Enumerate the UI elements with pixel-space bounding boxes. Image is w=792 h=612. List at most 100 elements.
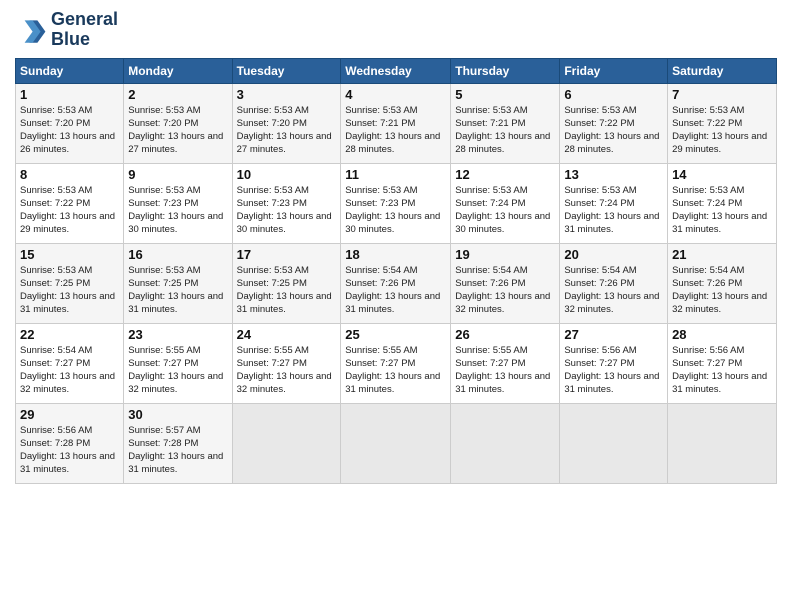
day-info: Sunrise: 5:53 AMSunset: 7:24 PMDaylight:… <box>672 184 772 237</box>
day-info: Sunrise: 5:55 AMSunset: 7:27 PMDaylight:… <box>128 344 227 397</box>
day-info: Sunrise: 5:53 AMSunset: 7:22 PMDaylight:… <box>564 104 663 157</box>
day-info: Sunrise: 5:53 AMSunset: 7:23 PMDaylight:… <box>128 184 227 237</box>
header-thursday: Thursday <box>451 58 560 83</box>
calendar-cell-r2-c2: 17 Sunrise: 5:53 AMSunset: 7:25 PMDaylig… <box>232 243 341 323</box>
calendar-cell-r2-c0: 15 Sunrise: 5:53 AMSunset: 7:25 PMDaylig… <box>16 243 124 323</box>
day-number: 4 <box>345 87 446 102</box>
day-number: 13 <box>564 167 663 182</box>
day-number: 3 <box>237 87 337 102</box>
calendar-cell-r4-c3 <box>341 403 451 483</box>
day-number: 30 <box>128 407 227 422</box>
calendar-cell-r1-c5: 13 Sunrise: 5:53 AMSunset: 7:24 PMDaylig… <box>560 163 668 243</box>
day-number: 15 <box>20 247 119 262</box>
calendar-row-3: 22 Sunrise: 5:54 AMSunset: 7:27 PMDaylig… <box>16 323 777 403</box>
calendar-cell-r4-c6 <box>668 403 777 483</box>
logo-text: General Blue <box>51 10 118 50</box>
calendar-row-1: 8 Sunrise: 5:53 AMSunset: 7:22 PMDayligh… <box>16 163 777 243</box>
calendar-cell-r2-c1: 16 Sunrise: 5:53 AMSunset: 7:25 PMDaylig… <box>124 243 232 323</box>
day-info: Sunrise: 5:54 AMSunset: 7:26 PMDaylight:… <box>345 264 446 317</box>
calendar-cell-r4-c2 <box>232 403 341 483</box>
header-tuesday: Tuesday <box>232 58 341 83</box>
day-info: Sunrise: 5:55 AMSunset: 7:27 PMDaylight:… <box>237 344 337 397</box>
calendar-cell-r3-c2: 24 Sunrise: 5:55 AMSunset: 7:27 PMDaylig… <box>232 323 341 403</box>
calendar-cell-r1-c1: 9 Sunrise: 5:53 AMSunset: 7:23 PMDayligh… <box>124 163 232 243</box>
day-info: Sunrise: 5:53 AMSunset: 7:25 PMDaylight:… <box>20 264 119 317</box>
day-info: Sunrise: 5:53 AMSunset: 7:25 PMDaylight:… <box>237 264 337 317</box>
calendar-cell-r4-c5 <box>560 403 668 483</box>
day-info: Sunrise: 5:53 AMSunset: 7:20 PMDaylight:… <box>128 104 227 157</box>
day-number: 18 <box>345 247 446 262</box>
day-info: Sunrise: 5:56 AMSunset: 7:28 PMDaylight:… <box>20 424 119 477</box>
calendar-cell-r4-c1: 30 Sunrise: 5:57 AMSunset: 7:28 PMDaylig… <box>124 403 232 483</box>
day-info: Sunrise: 5:53 AMSunset: 7:22 PMDaylight:… <box>672 104 772 157</box>
day-info: Sunrise: 5:53 AMSunset: 7:22 PMDaylight:… <box>20 184 119 237</box>
day-info: Sunrise: 5:53 AMSunset: 7:21 PMDaylight:… <box>455 104 555 157</box>
calendar-cell-r3-c1: 23 Sunrise: 5:55 AMSunset: 7:27 PMDaylig… <box>124 323 232 403</box>
day-number: 27 <box>564 327 663 342</box>
day-number: 25 <box>345 327 446 342</box>
day-info: Sunrise: 5:53 AMSunset: 7:24 PMDaylight:… <box>455 184 555 237</box>
day-info: Sunrise: 5:53 AMSunset: 7:24 PMDaylight:… <box>564 184 663 237</box>
calendar-cell-r4-c4 <box>451 403 560 483</box>
header-friday: Friday <box>560 58 668 83</box>
day-info: Sunrise: 5:54 AMSunset: 7:27 PMDaylight:… <box>20 344 119 397</box>
day-number: 5 <box>455 87 555 102</box>
day-number: 2 <box>128 87 227 102</box>
calendar-cell-r3-c6: 28 Sunrise: 5:56 AMSunset: 7:27 PMDaylig… <box>668 323 777 403</box>
day-info: Sunrise: 5:55 AMSunset: 7:27 PMDaylight:… <box>345 344 446 397</box>
weekday-header-row: Sunday Monday Tuesday Wednesday Thursday… <box>16 58 777 83</box>
calendar-cell-r0-c0: 1 Sunrise: 5:53 AMSunset: 7:20 PMDayligh… <box>16 83 124 163</box>
calendar-cell-r2-c4: 19 Sunrise: 5:54 AMSunset: 7:26 PMDaylig… <box>451 243 560 323</box>
day-info: Sunrise: 5:56 AMSunset: 7:27 PMDaylight:… <box>564 344 663 397</box>
day-number: 24 <box>237 327 337 342</box>
day-number: 10 <box>237 167 337 182</box>
calendar-cell-r3-c4: 26 Sunrise: 5:55 AMSunset: 7:27 PMDaylig… <box>451 323 560 403</box>
day-number: 22 <box>20 327 119 342</box>
calendar-cell-r1-c3: 11 Sunrise: 5:53 AMSunset: 7:23 PMDaylig… <box>341 163 451 243</box>
calendar-cell-r0-c5: 6 Sunrise: 5:53 AMSunset: 7:22 PMDayligh… <box>560 83 668 163</box>
day-info: Sunrise: 5:53 AMSunset: 7:23 PMDaylight:… <box>345 184 446 237</box>
day-number: 1 <box>20 87 119 102</box>
day-number: 14 <box>672 167 772 182</box>
logo-icon <box>15 14 47 46</box>
header-wednesday: Wednesday <box>341 58 451 83</box>
calendar-cell-r0-c2: 3 Sunrise: 5:53 AMSunset: 7:20 PMDayligh… <box>232 83 341 163</box>
day-info: Sunrise: 5:53 AMSunset: 7:21 PMDaylight:… <box>345 104 446 157</box>
day-number: 11 <box>345 167 446 182</box>
header-sunday: Sunday <box>16 58 124 83</box>
calendar-cell-r0-c1: 2 Sunrise: 5:53 AMSunset: 7:20 PMDayligh… <box>124 83 232 163</box>
header-monday: Monday <box>124 58 232 83</box>
day-info: Sunrise: 5:53 AMSunset: 7:20 PMDaylight:… <box>20 104 119 157</box>
day-number: 26 <box>455 327 555 342</box>
calendar-row-4: 29 Sunrise: 5:56 AMSunset: 7:28 PMDaylig… <box>16 403 777 483</box>
day-info: Sunrise: 5:54 AMSunset: 7:26 PMDaylight:… <box>455 264 555 317</box>
day-number: 17 <box>237 247 337 262</box>
day-info: Sunrise: 5:55 AMSunset: 7:27 PMDaylight:… <box>455 344 555 397</box>
day-info: Sunrise: 5:57 AMSunset: 7:28 PMDaylight:… <box>128 424 227 477</box>
day-number: 6 <box>564 87 663 102</box>
header-saturday: Saturday <box>668 58 777 83</box>
day-info: Sunrise: 5:56 AMSunset: 7:27 PMDaylight:… <box>672 344 772 397</box>
day-number: 7 <box>672 87 772 102</box>
calendar-cell-r1-c2: 10 Sunrise: 5:53 AMSunset: 7:23 PMDaylig… <box>232 163 341 243</box>
day-info: Sunrise: 5:53 AMSunset: 7:25 PMDaylight:… <box>128 264 227 317</box>
day-number: 28 <box>672 327 772 342</box>
day-info: Sunrise: 5:53 AMSunset: 7:23 PMDaylight:… <box>237 184 337 237</box>
calendar-table: Sunday Monday Tuesday Wednesday Thursday… <box>15 58 777 484</box>
calendar-cell-r0-c6: 7 Sunrise: 5:53 AMSunset: 7:22 PMDayligh… <box>668 83 777 163</box>
day-number: 16 <box>128 247 227 262</box>
calendar-cell-r1-c6: 14 Sunrise: 5:53 AMSunset: 7:24 PMDaylig… <box>668 163 777 243</box>
calendar-cell-r0-c4: 5 Sunrise: 5:53 AMSunset: 7:21 PMDayligh… <box>451 83 560 163</box>
calendar-cell-r3-c5: 27 Sunrise: 5:56 AMSunset: 7:27 PMDaylig… <box>560 323 668 403</box>
day-number: 19 <box>455 247 555 262</box>
calendar-row-2: 15 Sunrise: 5:53 AMSunset: 7:25 PMDaylig… <box>16 243 777 323</box>
day-info: Sunrise: 5:54 AMSunset: 7:26 PMDaylight:… <box>672 264 772 317</box>
day-number: 12 <box>455 167 555 182</box>
calendar-cell-r1-c4: 12 Sunrise: 5:53 AMSunset: 7:24 PMDaylig… <box>451 163 560 243</box>
calendar-cell-r1-c0: 8 Sunrise: 5:53 AMSunset: 7:22 PMDayligh… <box>16 163 124 243</box>
calendar-cell-r2-c5: 20 Sunrise: 5:54 AMSunset: 7:26 PMDaylig… <box>560 243 668 323</box>
logo: General Blue <box>15 10 118 50</box>
calendar-cell-r3-c3: 25 Sunrise: 5:55 AMSunset: 7:27 PMDaylig… <box>341 323 451 403</box>
calendar-row-0: 1 Sunrise: 5:53 AMSunset: 7:20 PMDayligh… <box>16 83 777 163</box>
day-number: 9 <box>128 167 227 182</box>
